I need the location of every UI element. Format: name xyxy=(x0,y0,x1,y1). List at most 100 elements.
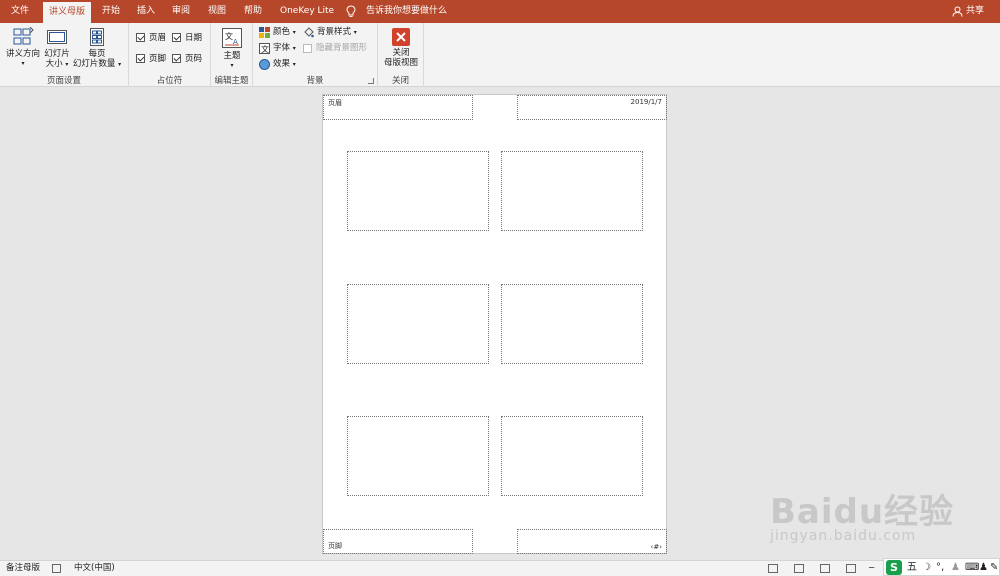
group-close: 关闭 母版视图 关闭 xyxy=(378,23,424,87)
share-button[interactable]: 共享 xyxy=(952,0,984,23)
lightbulb-icon xyxy=(346,5,356,17)
share-label: 共享 xyxy=(965,6,984,16)
close-label-1: 关闭 xyxy=(392,48,410,58)
title-tab-bar: 文件 讲义母版 开始 插入 审阅 视图 帮助 OneKey Lite 告诉我你想… xyxy=(0,0,1000,23)
footer-placeholder[interactable]: 页脚 xyxy=(323,529,473,554)
chevron-down-icon: ▾ xyxy=(65,61,69,68)
header-placeholder[interactable]: 页眉 xyxy=(323,95,473,120)
slide-placeholder[interactable] xyxy=(347,151,489,231)
page-number-checkbox-label: 页码 xyxy=(185,54,203,64)
svg-text:文: 文 xyxy=(261,44,269,54)
checkbox-checked-icon xyxy=(172,33,181,42)
theme-button[interactable]: 文 A 主题 ▾ xyxy=(215,27,249,71)
tab-onekey-lite[interactable]: OneKey Lite xyxy=(274,0,340,23)
tab-insert[interactable]: 插入 xyxy=(131,0,161,23)
page-number-placeholder[interactable]: ‹#› xyxy=(517,529,667,554)
accessibility-icon[interactable] xyxy=(52,564,61,573)
chevron-down-icon: ▾ xyxy=(230,62,234,69)
theme-icon: 文 A xyxy=(222,28,242,48)
tab-review[interactable]: 审阅 xyxy=(166,0,196,23)
slide-size-label-2-text: 大小 xyxy=(45,59,63,69)
slides-per-page-label-1: 每页 xyxy=(88,49,106,59)
sogou-ime-icon[interactable]: S xyxy=(886,560,902,575)
group-placeholders: 页眉 日期 页脚 页码 占位符 xyxy=(129,23,211,87)
paint-bucket-icon xyxy=(304,27,314,38)
slide-size-icon xyxy=(47,30,67,44)
tab-home[interactable]: 开始 xyxy=(96,0,126,23)
background-styles-label-text: 背景样式 xyxy=(317,27,352,37)
colors-label-text: 颜色 xyxy=(273,27,291,37)
slide-placeholder[interactable] xyxy=(347,284,489,364)
footer-checkbox-label: 页脚 xyxy=(149,54,167,64)
theme-label: 主题 xyxy=(223,51,241,61)
colors-label: 颜色 ▾ xyxy=(273,26,296,39)
moon-icon[interactable]: ☽ xyxy=(922,560,931,575)
skin-icon[interactable]: ♟ xyxy=(979,560,988,575)
date-checkbox-label: 日期 xyxy=(185,33,203,43)
handout-orientation-label: 讲义方向 xyxy=(5,49,40,59)
handout-orientation-button[interactable]: 讲义方向 ▾ xyxy=(3,27,43,69)
slides-per-page-icon xyxy=(90,28,104,46)
status-bar: 备注母版 中文(中国) − xyxy=(0,560,1000,576)
slide-placeholder[interactable] xyxy=(501,416,643,496)
close-master-view-button[interactable]: 关闭 母版视图 xyxy=(380,28,422,68)
footer-placeholder-text: 页脚 xyxy=(328,542,342,550)
effects-label: 效果 ▾ xyxy=(273,58,296,71)
close-icon xyxy=(392,28,410,46)
watermark-url: jingyan.baidu.com xyxy=(770,528,917,544)
voice-icon[interactable]: ♟ xyxy=(951,560,960,575)
handout-orientation-icon xyxy=(13,27,34,45)
slide-size-button[interactable]: 幻灯片 大小 ▾ xyxy=(43,27,71,70)
tab-view[interactable]: 视图 xyxy=(202,0,232,23)
color-palette-icon xyxy=(259,27,270,38)
chevron-down-icon: ▾ xyxy=(353,29,357,36)
keyboard-icon[interactable]: ⌨ xyxy=(965,560,979,575)
slides-per-page-button[interactable]: 每页 幻灯片数量 ▾ xyxy=(71,27,123,70)
normal-view-icon[interactable] xyxy=(768,564,778,573)
chevron-down-icon: ▾ xyxy=(21,60,25,67)
wrench-icon[interactable]: ✎ xyxy=(990,560,998,575)
tell-me-text: 告诉我你想要做什么 xyxy=(366,6,448,16)
reading-view-icon[interactable] xyxy=(820,564,830,573)
ribbon: 讲义方向 ▾ 幻灯片 大小 ▾ 每页 幻灯片数量 ▾ 页面设置 页眉 日期 页脚… xyxy=(0,23,1000,87)
fonts-label: 字体 ▾ xyxy=(273,42,296,55)
punctuation-icon[interactable]: °, xyxy=(936,560,944,575)
fonts-icon: 文 xyxy=(259,43,270,54)
header-placeholder-text: 页眉 xyxy=(328,99,342,107)
slide-size-label-1: 幻灯片 xyxy=(44,49,70,59)
status-view-name: 备注母版 xyxy=(6,563,41,573)
tab-help[interactable]: 帮助 xyxy=(238,0,268,23)
slide-placeholder[interactable] xyxy=(347,416,489,496)
ime-mode-label[interactable]: 五 xyxy=(907,560,917,575)
tab-handout-master[interactable]: 讲义母版 xyxy=(43,2,92,23)
group-label-background: 背景 xyxy=(306,76,324,86)
chevron-down-icon: ▾ xyxy=(292,29,296,36)
status-language[interactable]: 中文(中国) xyxy=(74,561,115,576)
chevron-down-icon: ▾ xyxy=(292,61,296,68)
zoom-out-icon[interactable]: − xyxy=(868,561,875,576)
slide-sorter-icon[interactable] xyxy=(794,564,804,573)
hide-background-label: 隐藏背景图形 xyxy=(316,43,368,53)
page-number-placeholder-text: ‹#› xyxy=(650,543,662,551)
ime-toolbar: S 五 ☽ °, ♟ ⌨ ♟ ✎ xyxy=(883,558,1000,576)
date-placeholder[interactable]: 2019/1/7 xyxy=(517,95,667,120)
tab-file[interactable]: 文件 xyxy=(5,0,35,23)
chevron-down-icon: ▾ xyxy=(292,45,296,52)
checkbox-checked-icon xyxy=(136,54,145,63)
group-label-close: 关闭 xyxy=(391,76,409,86)
person-icon xyxy=(952,6,963,17)
background-styles-label: 背景样式 ▾ xyxy=(317,26,357,39)
slide-placeholder[interactable] xyxy=(501,284,643,364)
close-label-2: 母版视图 xyxy=(383,58,418,68)
slide-size-label-2: 大小 ▾ xyxy=(43,59,71,70)
effects-icon xyxy=(259,59,270,70)
fonts-label-text: 字体 xyxy=(273,43,291,53)
checkbox-unchecked-icon xyxy=(303,44,312,53)
slideshow-icon[interactable] xyxy=(846,564,856,573)
header-checkbox-label: 页眉 xyxy=(149,33,167,43)
group-background: 颜色 ▾ 文 字体 ▾ 效果 ▾ 背景样式 ▾ 隐藏背景图形 背景 xyxy=(253,23,378,87)
date-placeholder-text: 2019/1/7 xyxy=(630,98,662,106)
effects-label-text: 效果 xyxy=(273,59,291,69)
slide-placeholder[interactable] xyxy=(501,151,643,231)
dialog-launcher-icon[interactable] xyxy=(368,78,374,84)
